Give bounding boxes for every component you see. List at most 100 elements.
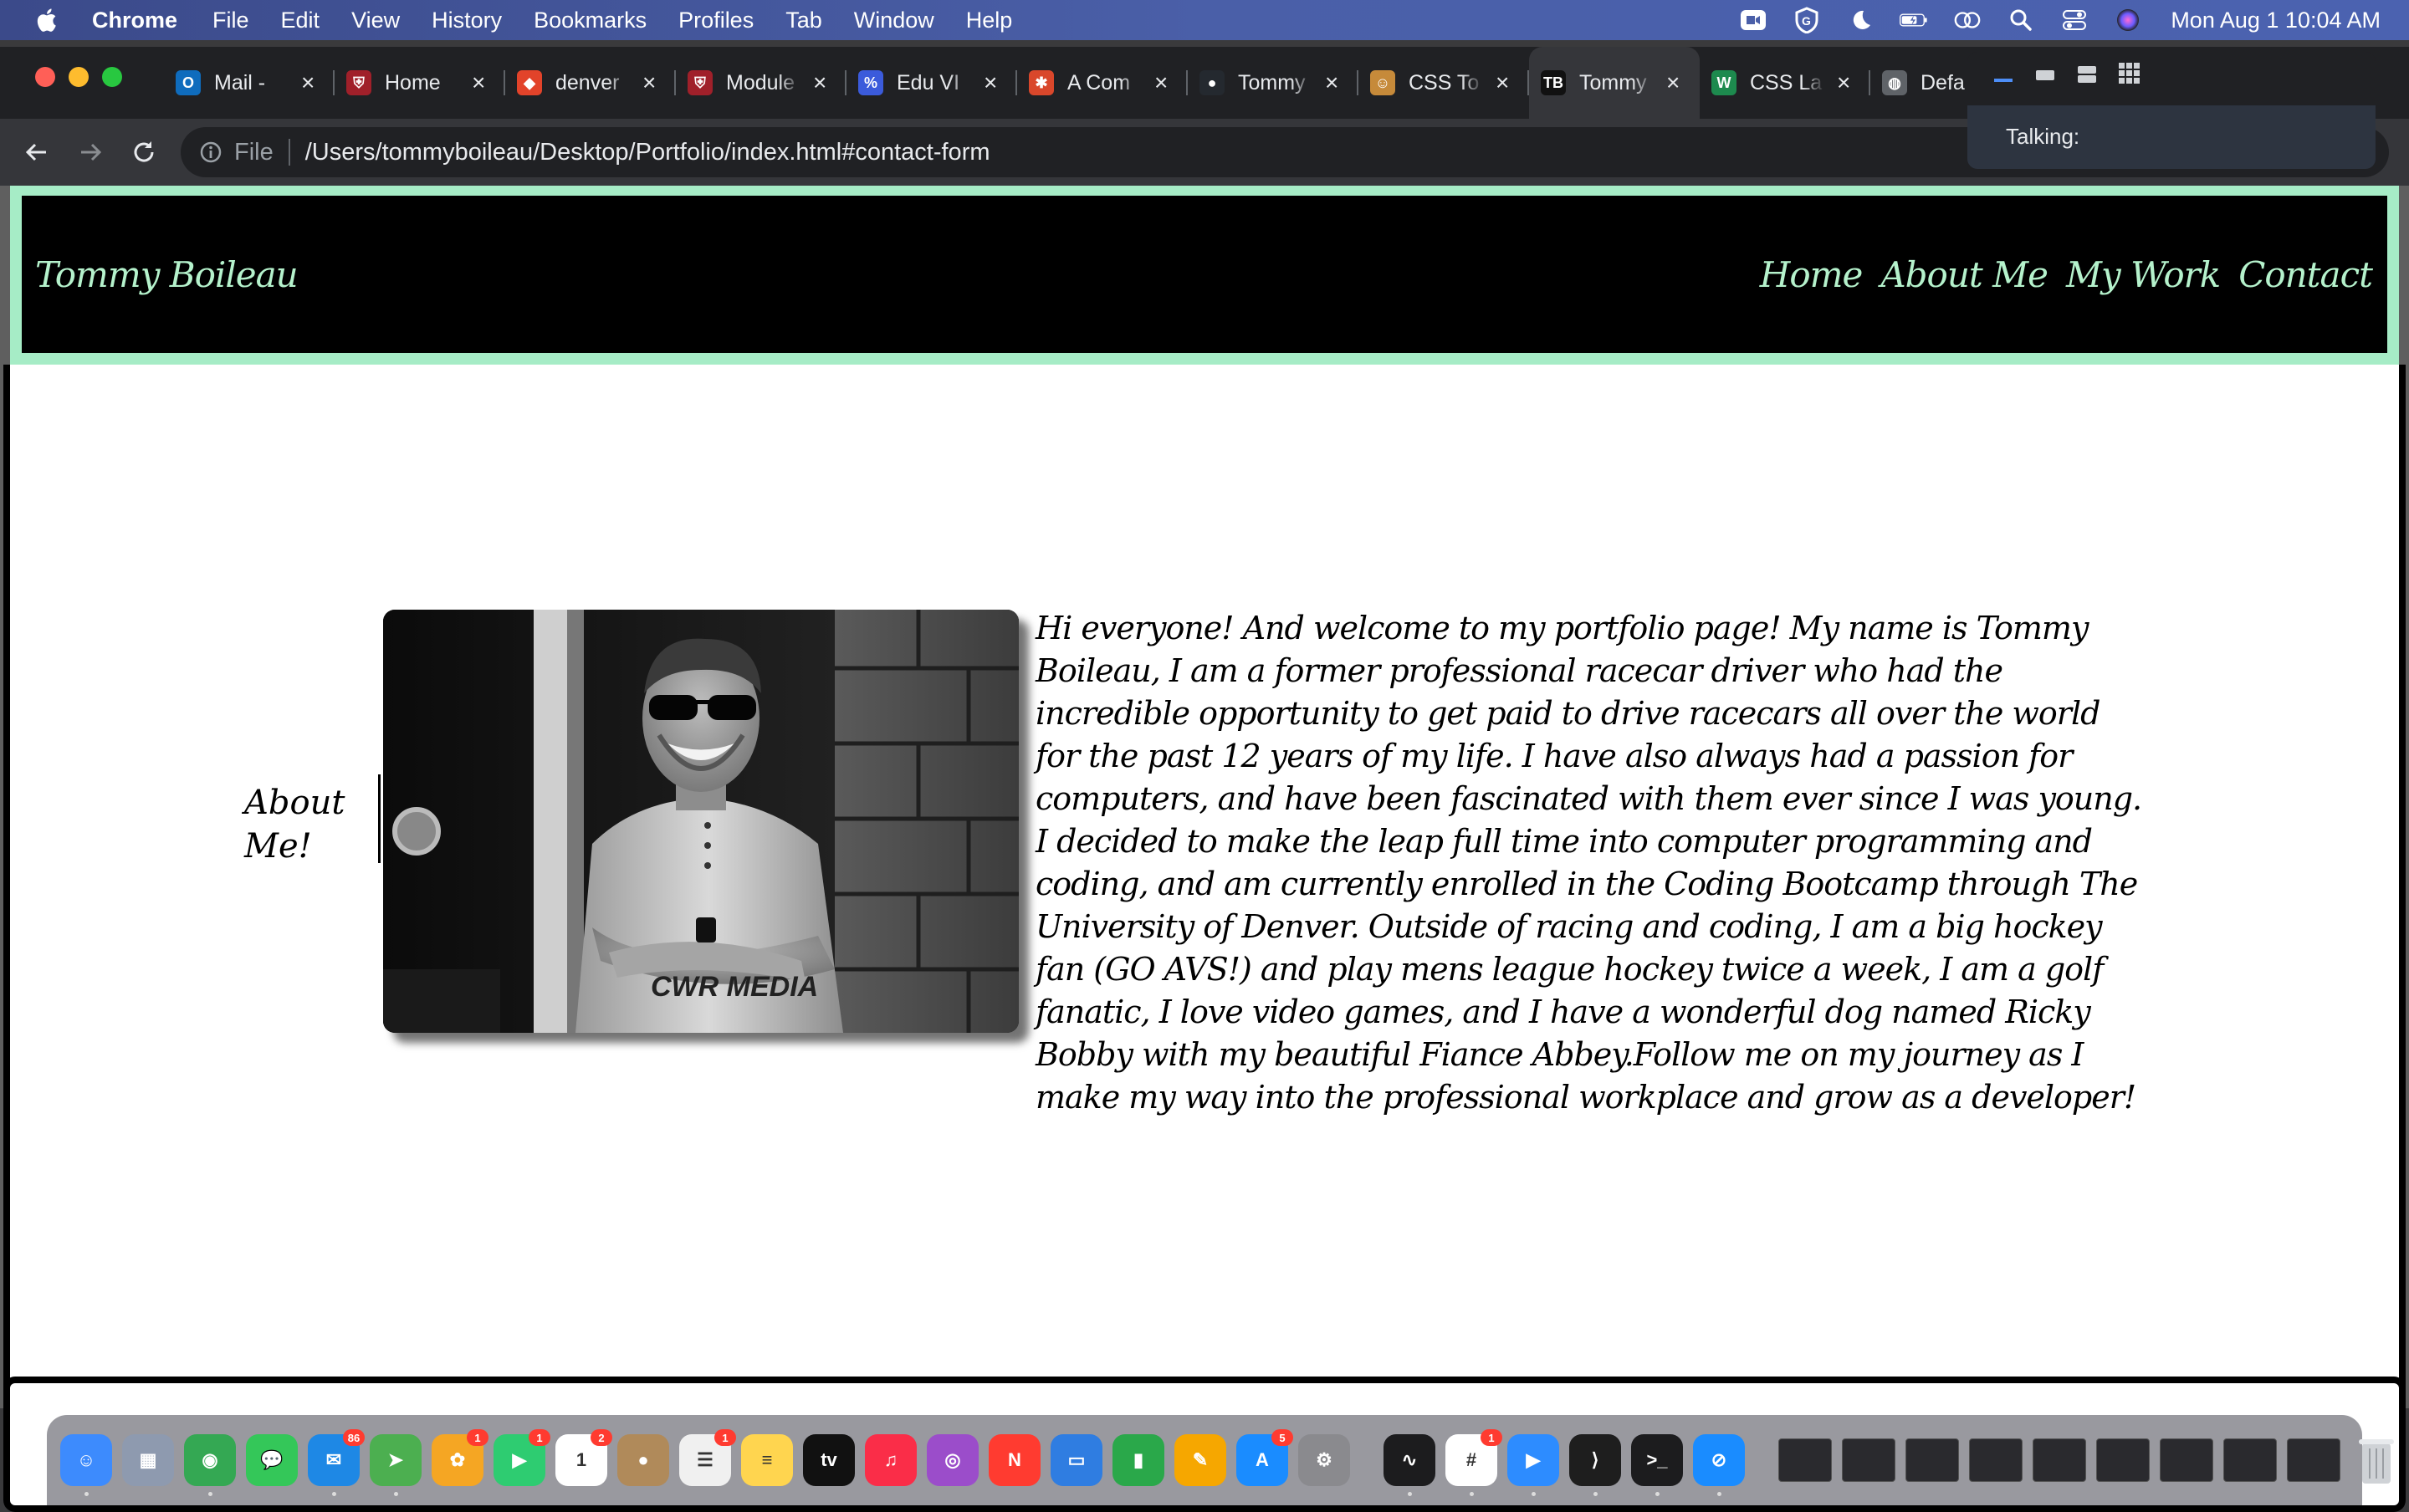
dock-launchpad-icon[interactable]: ▦	[122, 1434, 174, 1486]
dock-minimized-window[interactable]	[1969, 1438, 2023, 1482]
dock-system-preferences-icon[interactable]: ⚙	[1298, 1434, 1350, 1486]
grid-layout-icon[interactable]	[2118, 63, 2140, 84]
apple-menu-icon[interactable]	[33, 5, 62, 35]
browser-tab[interactable]: ✱ A Com ×	[1017, 47, 1188, 119]
browser-tab[interactable]: ◆ denver ×	[505, 47, 676, 119]
browser-tab[interactable]: ⛨ Module ×	[676, 47, 846, 119]
back-arrow-icon[interactable]	[20, 135, 54, 169]
window-zoom-button[interactable]	[102, 67, 122, 87]
dock-safari-icon[interactable]: ⊘	[1693, 1434, 1745, 1496]
dock-app-store-icon[interactable]: A5	[1236, 1429, 1293, 1486]
dock-minimized-window[interactable]	[1842, 1438, 1895, 1482]
dock-running-indicator	[1532, 1492, 1536, 1496]
dock-keynote-icon[interactable]: ▭	[1051, 1434, 1102, 1486]
dock-trash-icon[interactable]	[2350, 1434, 2402, 1486]
menu-profiles[interactable]: Profiles	[678, 8, 754, 33]
browser-tab[interactable]: ● Tommy ×	[1188, 47, 1358, 119]
menu-tab[interactable]: Tab	[785, 8, 822, 33]
site-title[interactable]: Tommy Boileau	[35, 254, 299, 295]
dock-icon-glyph: 💬	[260, 1449, 284, 1470]
window-close-button[interactable]	[35, 67, 55, 87]
dock-photos-icon[interactable]: ✿ 1	[432, 1429, 488, 1486]
dock-calendar-icon[interactable]: 12	[555, 1429, 612, 1486]
forward-arrow-icon[interactable]	[74, 135, 107, 169]
menu-view[interactable]: View	[351, 8, 400, 33]
menu-edit[interactable]: Edit	[281, 8, 320, 33]
browser-tab[interactable]: O Mail - ×	[164, 47, 335, 119]
dock-notes-icon[interactable]: ≡	[741, 1434, 793, 1486]
dock-icon-glyph: ☰	[697, 1449, 713, 1470]
dock-icon-glyph: ⚙	[1316, 1449, 1332, 1470]
tab-close-icon[interactable]: ×	[301, 69, 315, 96]
dock-maps-icon[interactable]: ➤	[370, 1434, 422, 1496]
dock-activity-monitor-icon[interactable]: ∿	[1384, 1434, 1435, 1496]
menu-app-chrome[interactable]: Chrome	[92, 8, 177, 33]
dock-messages-icon[interactable]: 💬	[246, 1434, 298, 1486]
nav-link-home[interactable]: Home	[1760, 254, 1864, 295]
tab-close-icon[interactable]: ×	[1325, 69, 1338, 96]
dock-podcasts-icon[interactable]: ◎	[927, 1434, 979, 1486]
single-layout-icon[interactable]	[2034, 65, 2056, 84]
tab-close-icon[interactable]: ×	[813, 69, 826, 96]
tab-close-icon[interactable]: ×	[1154, 69, 1168, 96]
dock-contacts-icon[interactable]: ●	[617, 1434, 669, 1486]
browser-tab[interactable]: TB Tommy ×	[1529, 47, 1700, 119]
dock-mail-icon[interactable]: ✉ 86	[308, 1429, 365, 1496]
browser-tab[interactable]: W CSS La ×	[1700, 47, 1870, 119]
dock-minimized-window[interactable]	[1778, 1438, 1832, 1482]
menu-file[interactable]: File	[212, 8, 249, 33]
spotlight-search-icon[interactable]	[2007, 8, 2035, 33]
site-info-icon[interactable]	[199, 140, 222, 164]
tab-close-icon[interactable]: ×	[1837, 69, 1850, 96]
tab-close-icon[interactable]: ×	[1666, 69, 1680, 96]
dock-news-icon[interactable]: N	[989, 1434, 1041, 1486]
dock-zoom-icon[interactable]: ▶	[1507, 1434, 1559, 1496]
dock-slack-icon[interactable]: #1	[1445, 1429, 1502, 1496]
tab-close-icon[interactable]: ×	[1496, 69, 1509, 96]
reload-icon[interactable]	[127, 135, 161, 169]
nav-link-about-me[interactable]: About Me	[1880, 254, 2048, 295]
screen-mirroring-icon[interactable]	[1953, 8, 1982, 33]
dock-pages-icon[interactable]: ✎	[1174, 1434, 1226, 1486]
dock-reminders-icon[interactable]: ☰ 1	[679, 1429, 736, 1486]
dock-minimized-window[interactable]	[1905, 1438, 1959, 1482]
address-url-text[interactable]: /Users/tommyboileau/Desktop/Portfolio/in…	[305, 139, 990, 166]
dock-numbers-icon[interactable]: ▮	[1112, 1434, 1164, 1486]
dock-minimized-window[interactable]	[2287, 1438, 2340, 1482]
minimize-layout-icon[interactable]	[1992, 65, 2014, 84]
window-minimize-button[interactable]	[69, 67, 89, 87]
dock-terminal-icon[interactable]: >_	[1631, 1434, 1683, 1496]
zoom-status-icon[interactable]	[1739, 8, 1767, 33]
stacked-layout-icon[interactable]	[2076, 65, 2098, 84]
dock-vscode-icon[interactable]: ⟩	[1569, 1434, 1621, 1496]
battery-icon[interactable]	[1900, 8, 1928, 33]
dock-music-icon[interactable]: ♫	[865, 1434, 917, 1486]
tab-close-icon[interactable]: ×	[472, 69, 485, 96]
dock-icon-glyph: ♫	[883, 1449, 898, 1470]
browser-tab[interactable]: % Edu VI ×	[846, 47, 1017, 119]
tab-close-icon[interactable]: ×	[984, 69, 997, 96]
dock-minimized-window[interactable]	[2033, 1438, 2086, 1482]
nav-link-my-work[interactable]: My Work	[2066, 254, 2221, 295]
menu-history[interactable]: History	[432, 8, 502, 33]
tab-close-icon[interactable]: ×	[642, 69, 656, 96]
dock-facetime-icon[interactable]: ▶ 1	[494, 1429, 550, 1486]
do-not-disturb-moon-icon[interactable]	[1846, 8, 1875, 33]
dock-minimized-window[interactable]	[2160, 1438, 2213, 1482]
dock-finder-icon[interactable]: ☺	[60, 1434, 112, 1496]
menu-window[interactable]: Window	[854, 8, 934, 33]
menu-help[interactable]: Help	[966, 8, 1013, 33]
dock-apple-tv-icon[interactable]: tv	[803, 1434, 855, 1486]
dock-chrome-icon[interactable]: ◉	[184, 1434, 236, 1496]
grammarly-icon[interactable]: G	[1793, 7, 1821, 33]
menu-bar-clock[interactable]: Mon Aug 1 10:04 AM	[2171, 8, 2381, 33]
dock-minimized-window[interactable]	[2223, 1438, 2277, 1482]
browser-tab[interactable]: ⛨ Home ×	[335, 47, 505, 119]
dock-minimized-window[interactable]	[2096, 1438, 2150, 1482]
nav-link-contact[interactable]: Contact	[2238, 254, 2373, 295]
menu-bookmarks[interactable]: Bookmarks	[534, 8, 647, 33]
siri-icon[interactable]	[2114, 8, 2142, 33]
browser-tab[interactable]: ☺ CSS To ×	[1358, 47, 1529, 119]
control-center-icon[interactable]	[2060, 8, 2089, 33]
site-header: Tommy Boileau Home About Me My Work Cont…	[10, 186, 2399, 365]
